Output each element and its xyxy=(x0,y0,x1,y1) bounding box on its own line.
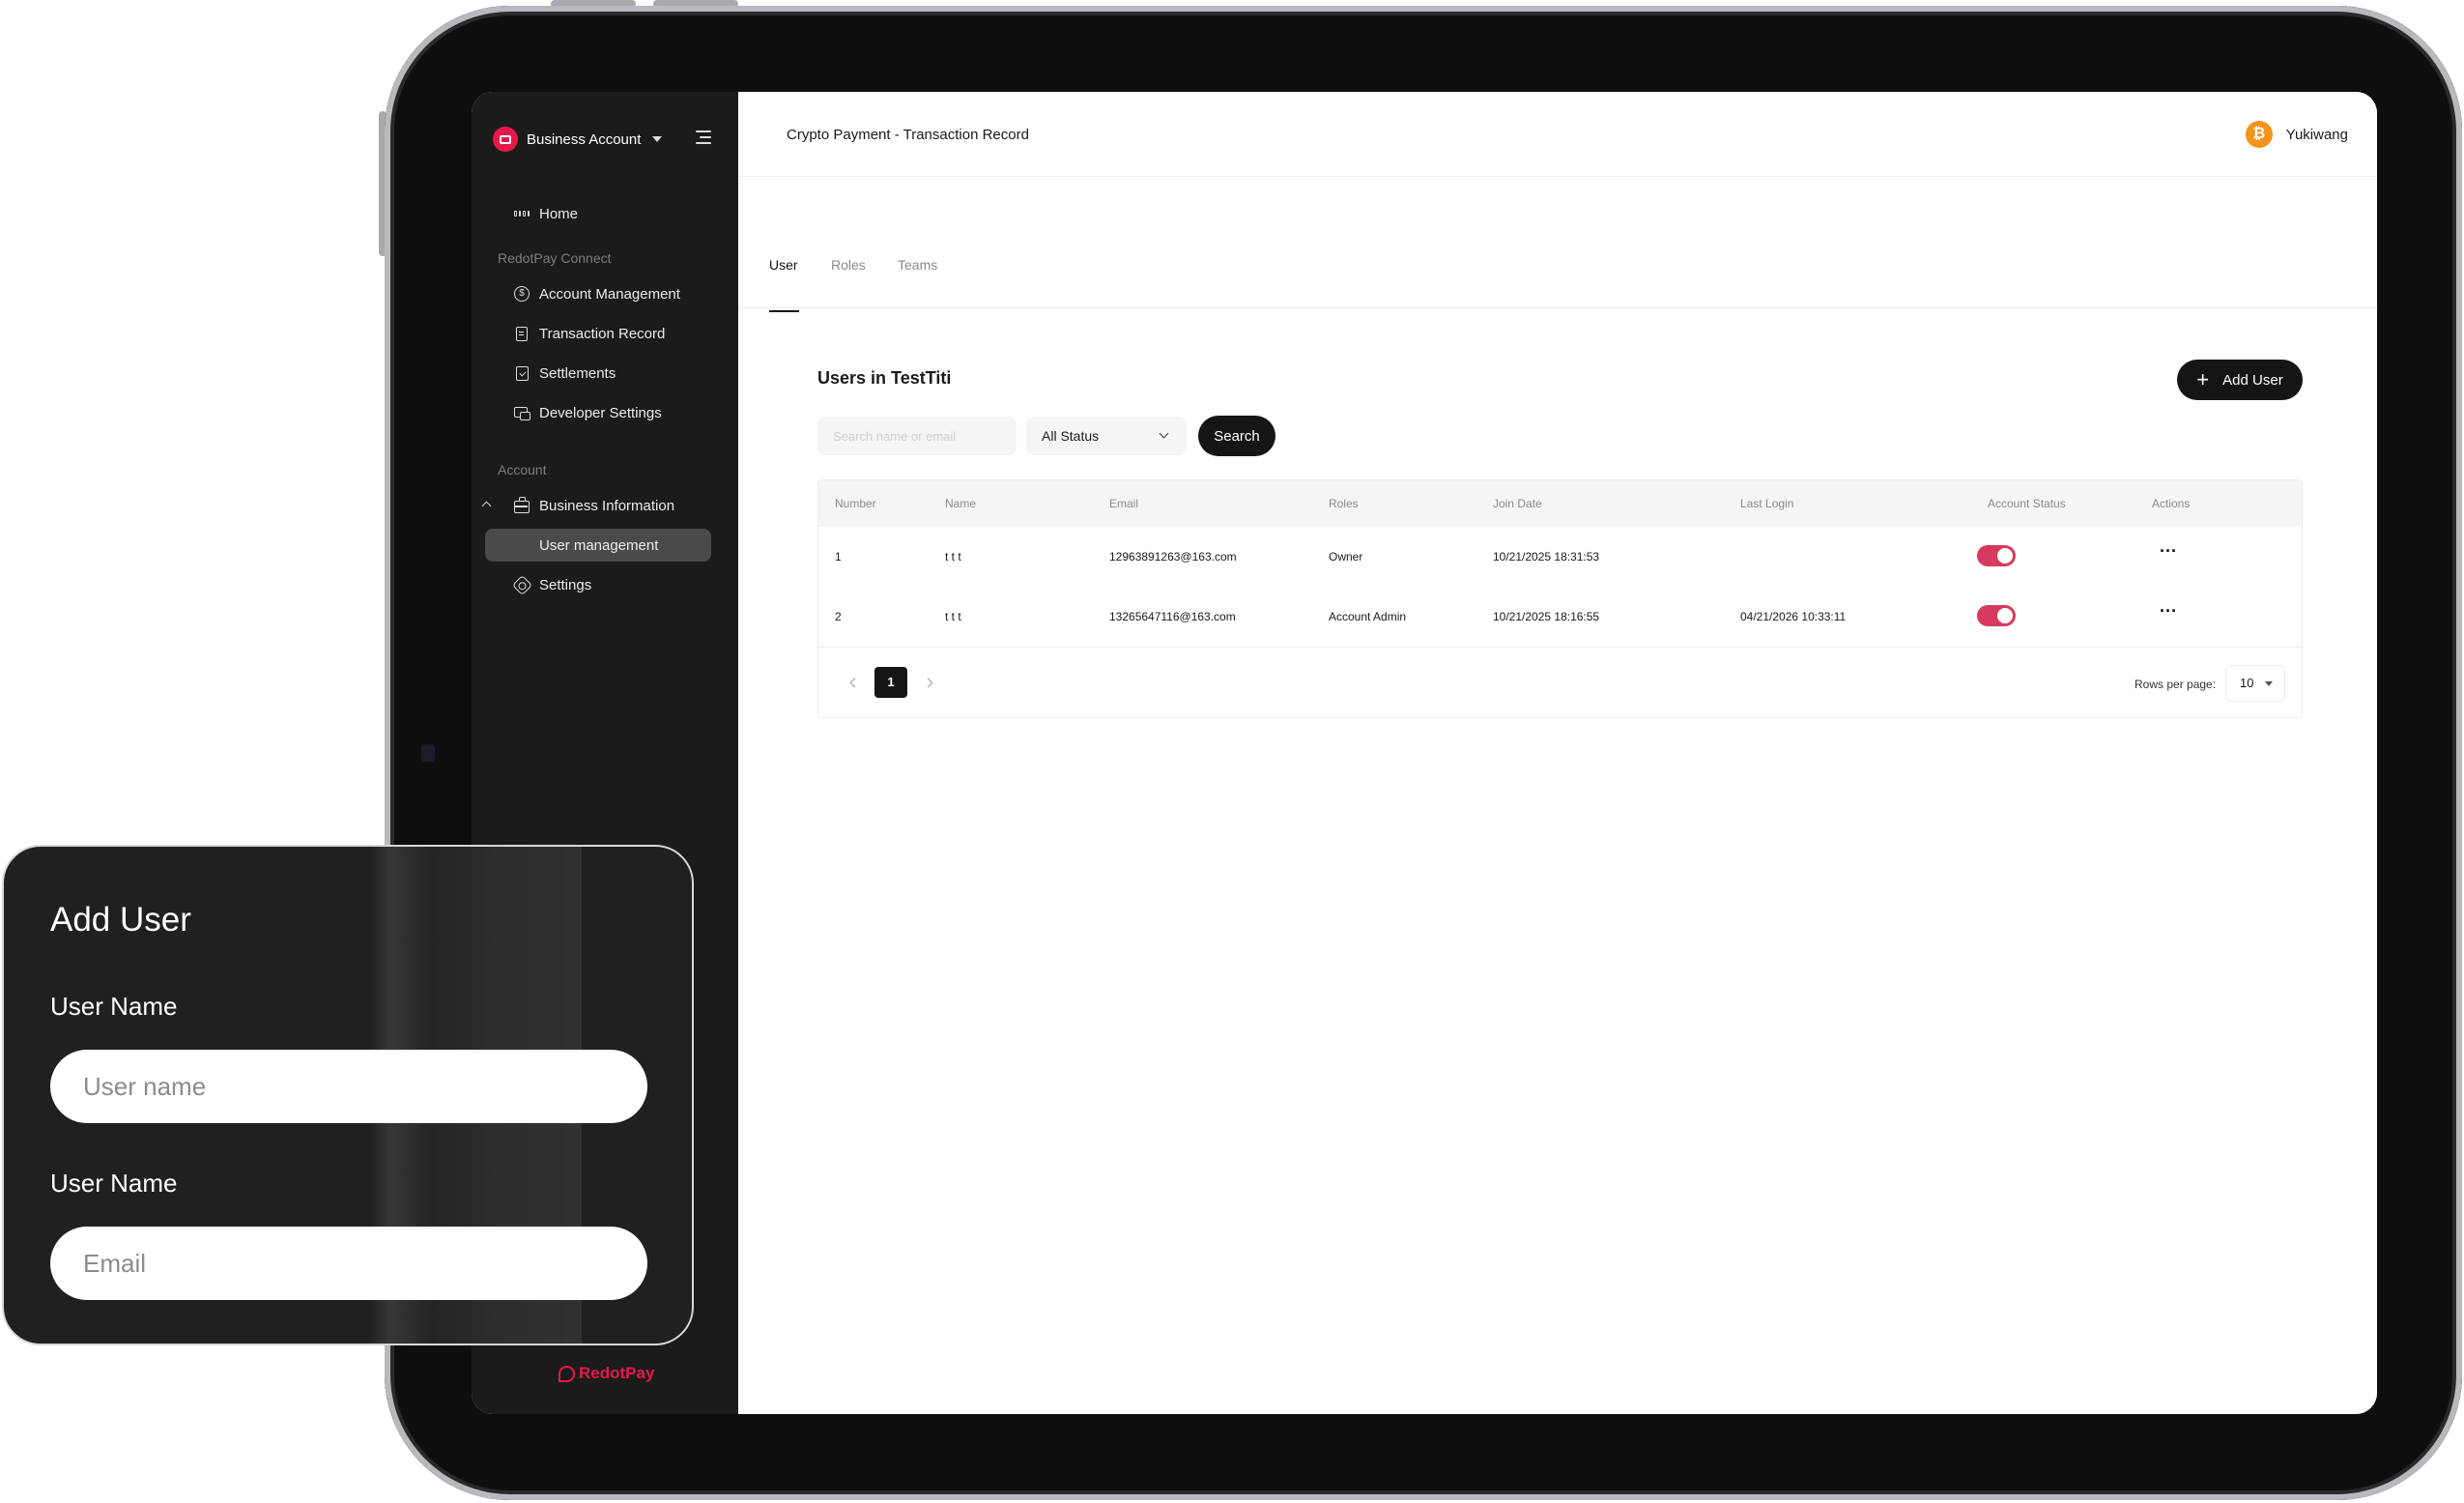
column-header: Email xyxy=(1109,497,1139,510)
sidebar-item-label: Home xyxy=(539,205,579,222)
rows-per-page-value: 10 xyxy=(2240,676,2254,690)
caret-down-icon xyxy=(2265,681,2273,686)
chevron-down-icon xyxy=(1159,428,1169,439)
column-header: Join Date xyxy=(1493,497,1542,510)
sidebar-item-label: Settings xyxy=(539,576,592,593)
cell-name: t t t xyxy=(945,610,961,623)
dollar-icon: $ xyxy=(514,286,530,302)
sidebar-item-label: Developer Settings xyxy=(539,404,662,421)
users-table: Number Name Email Roles Join Date Last L… xyxy=(817,479,2303,718)
sidebar-item-transaction-record[interactable]: Transaction Record xyxy=(485,317,711,350)
brand-logo-text: RedotPay xyxy=(579,1364,655,1382)
account-status-toggle[interactable] xyxy=(1977,605,2016,626)
sidebar-item-user-management[interactable]: User management xyxy=(485,529,711,562)
table-header: Number Name Email Roles Join Date Last L… xyxy=(818,480,2302,527)
account-icon xyxy=(493,127,518,152)
user-name: Yukiwang xyxy=(2285,126,2348,143)
search-button[interactable]: Search xyxy=(1198,416,1275,456)
bitcoin-avatar-icon: ₿ xyxy=(2245,121,2273,148)
card-title: Add User xyxy=(50,901,191,939)
sidebar-item-label: Settlements xyxy=(539,364,616,382)
column-header: Roles xyxy=(1329,497,1359,510)
user-name-field[interactable] xyxy=(50,1050,647,1123)
cell-join-date: 10/21/2025 18:31:53 xyxy=(1493,550,1600,564)
sidebar-item-label: Transaction Record xyxy=(539,325,666,342)
status-filter-value: All Status xyxy=(1042,428,1100,444)
brand-logo: RedotPay xyxy=(559,1364,654,1383)
cell-last-login: 04/21/2026 10:33:11 xyxy=(1740,610,1847,623)
plus-icon: + xyxy=(2196,367,2210,391)
more-actions-icon[interactable]: ··· xyxy=(2160,602,2177,620)
tab-teams[interactable]: Teams xyxy=(898,257,937,273)
gear-icon xyxy=(511,574,532,595)
table-row: 1 t t t 12963891263@163.com Owner 10/21/… xyxy=(818,527,2302,587)
chevron-right-icon[interactable] xyxy=(923,678,933,688)
table-pagination: 1 Rows per page: 10 xyxy=(818,647,2302,718)
column-header: Actions xyxy=(2152,497,2191,510)
add-user-card: Add User User Name User Name xyxy=(2,845,694,1345)
cell-number: 1 xyxy=(835,550,842,564)
caret-down-icon xyxy=(652,136,663,142)
chevron-left-icon[interactable] xyxy=(849,678,860,688)
cell-role: Owner xyxy=(1329,550,1363,564)
column-header: Name xyxy=(945,497,977,510)
rows-per-page-label: Rows per page: xyxy=(2135,678,2217,691)
collapse-menu-icon[interactable] xyxy=(696,130,711,144)
sidebar-item-business-information[interactable]: Business Information xyxy=(485,489,711,522)
user-menu[interactable]: ₿ Yukiwang xyxy=(2245,121,2348,148)
home-grid-icon xyxy=(514,206,530,221)
sidebar-item-label: Account Management xyxy=(539,285,680,303)
account-switcher-label: Business Account xyxy=(527,130,642,148)
windows-icon xyxy=(514,406,530,420)
top-bar: Crypto Payment - Transaction Record ₿ Yu… xyxy=(738,92,2377,177)
search-input[interactable] xyxy=(817,417,1017,455)
cell-email: 13265647116@163.com xyxy=(1109,610,1236,623)
column-header: Last Login xyxy=(1740,497,1794,510)
column-header: Number xyxy=(835,497,876,510)
account-switcher[interactable]: Business Account xyxy=(493,125,721,154)
section-label-connect: RedotPay Connect xyxy=(498,250,612,266)
user-name-label: User Name xyxy=(50,992,178,1021)
email-field[interactable] xyxy=(50,1227,647,1300)
tab-bar: User Roles Teams xyxy=(738,177,2377,308)
column-header: Account Status xyxy=(1988,497,2066,510)
brand-logo-icon xyxy=(559,1365,575,1382)
sidebar-item-settings[interactable]: Settings xyxy=(485,568,711,601)
page-title: Crypto Payment - Transaction Record xyxy=(787,127,1029,143)
camera-icon xyxy=(421,744,435,762)
cell-name: t t t xyxy=(945,550,961,564)
checklist-icon xyxy=(515,365,529,381)
document-icon xyxy=(516,326,528,341)
section-title: Users in TestTiti xyxy=(817,368,952,388)
email-label: User Name xyxy=(50,1169,178,1198)
active-tab-indicator xyxy=(769,310,799,312)
sidebar-item-home[interactable]: Home xyxy=(485,197,711,230)
sidebar-item-label: User management xyxy=(539,536,659,554)
section-label-account: Account xyxy=(498,462,547,477)
app-screen: Business Account Home RedotPay Connect $… xyxy=(472,92,2377,1414)
tab-roles[interactable]: Roles xyxy=(831,257,866,273)
account-status-toggle[interactable] xyxy=(1977,545,2016,566)
cell-number: 2 xyxy=(835,610,842,623)
page-button-current[interactable]: 1 xyxy=(874,667,907,698)
sidebar-item-label: Business Information xyxy=(539,497,675,514)
sidebar-item-developer-settings[interactable]: Developer Settings xyxy=(485,396,711,429)
main-content: Crypto Payment - Transaction Record ₿ Yu… xyxy=(738,92,2377,1414)
add-user-button[interactable]: + Add User xyxy=(2177,360,2303,400)
table-row: 2 t t t 13265647116@163.com Account Admi… xyxy=(818,587,2302,647)
cell-join-date: 10/21/2025 18:16:55 xyxy=(1493,610,1600,623)
cell-email: 12963891263@163.com xyxy=(1109,550,1237,564)
cell-role: Account Admin xyxy=(1329,610,1407,623)
rows-per-page-select[interactable]: 10 xyxy=(2225,665,2285,702)
add-user-label: Add User xyxy=(2222,371,2283,389)
status-filter-select[interactable]: All Status xyxy=(1026,417,1187,455)
briefcase-icon xyxy=(514,497,530,513)
more-actions-icon[interactable]: ··· xyxy=(2160,542,2177,560)
sidebar-item-settlements[interactable]: Settlements xyxy=(485,357,711,390)
tab-user[interactable]: User xyxy=(769,257,798,273)
sidebar-item-account-management[interactable]: $ Account Management xyxy=(485,277,711,310)
